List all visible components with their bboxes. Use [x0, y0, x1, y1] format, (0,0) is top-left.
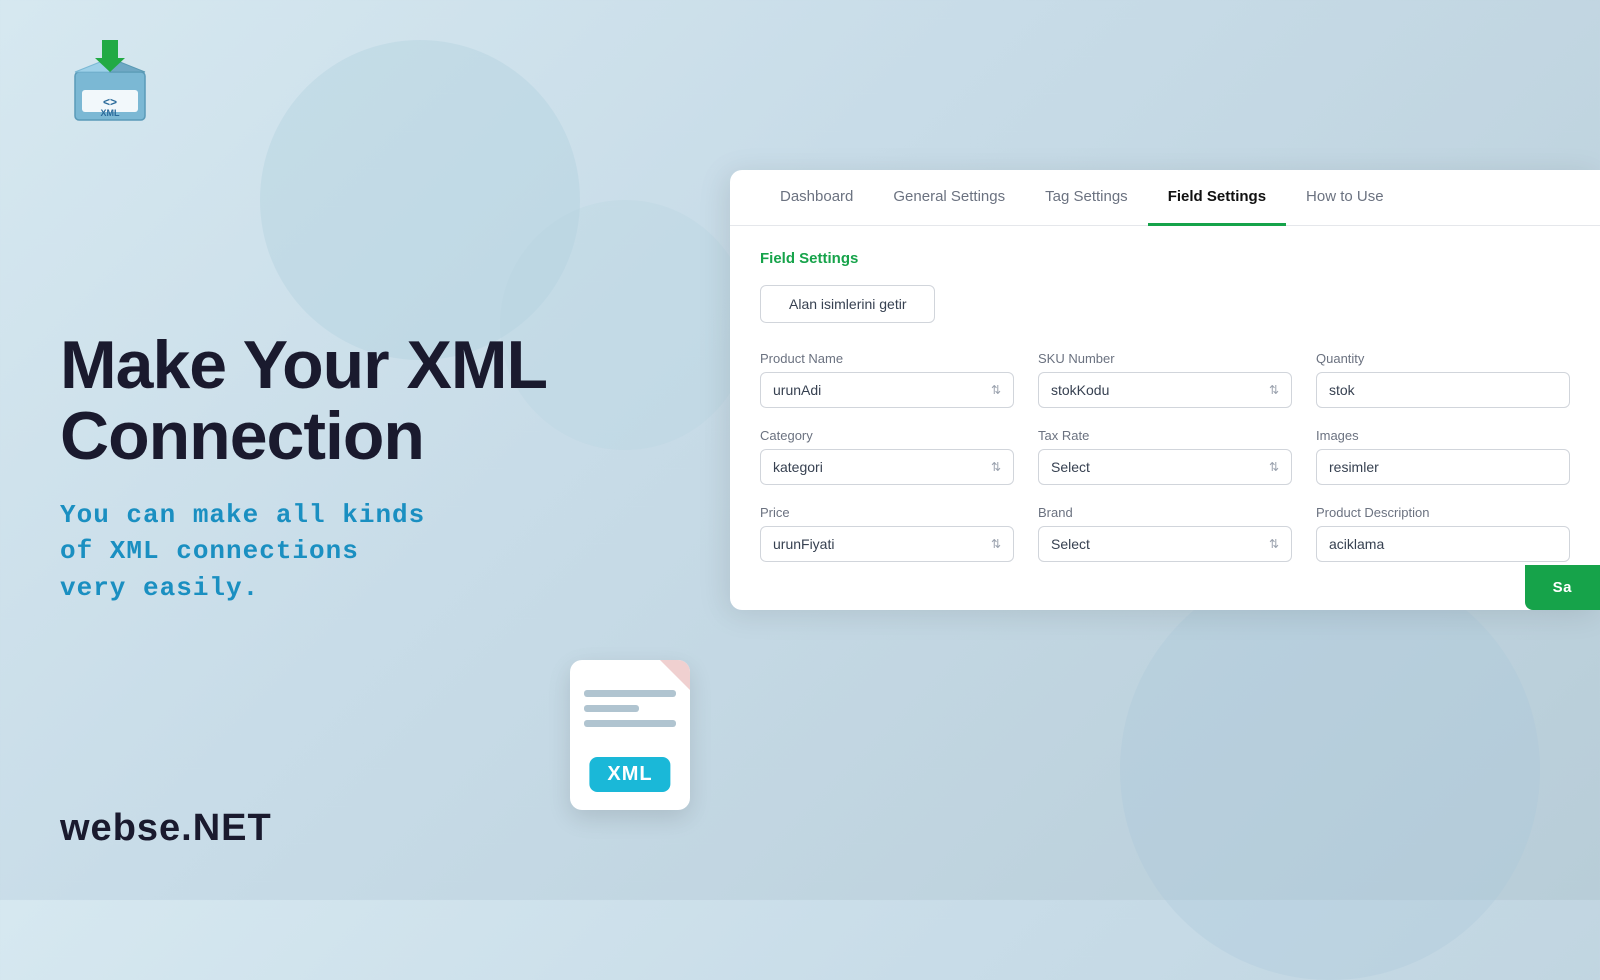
field-group-category: Category kategori ⇅ [760, 428, 1014, 485]
card-content: Field Settings Alan isimlerini getir Pro… [730, 226, 1600, 592]
brand-area: webse.NET [60, 807, 272, 850]
input-product-description-value: aciklama [1329, 536, 1384, 552]
field-group-brand: Brand Select ⇅ [1038, 505, 1292, 562]
select-tax-rate[interactable]: Select ⇅ [1038, 449, 1292, 485]
logo-area: <> XML [60, 30, 620, 130]
svg-text:<>: <> [103, 95, 117, 109]
field-group-product-name: Product Name urunAdi ⇅ [760, 351, 1014, 408]
label-product-name: Product Name [760, 351, 1014, 366]
select-category[interactable]: kategori ⇅ [760, 449, 1014, 485]
brand-text: webse.NET [60, 807, 272, 849]
select-price[interactable]: urunFiyati ⇅ [760, 526, 1014, 562]
select-category-value: kategori [773, 459, 823, 475]
field-group-images: Images resimler [1316, 428, 1570, 485]
field-group-product-description: Product Description aciklama [1316, 505, 1570, 562]
hero-subtitle: You can make all kindsof XML connections… [60, 497, 620, 606]
chevron-down-icon: ⇅ [991, 537, 1001, 551]
field-group-quantity: Quantity stok [1316, 351, 1570, 408]
field-group-tax-rate: Tax Rate Select ⇅ [1038, 428, 1292, 485]
chevron-down-icon: ⇅ [1269, 537, 1279, 551]
input-product-description[interactable]: aciklama [1316, 526, 1570, 562]
label-price: Price [760, 505, 1014, 520]
file-line-2 [584, 705, 639, 712]
tab-field-settings[interactable]: Field Settings [1148, 170, 1286, 226]
select-product-name[interactable]: urunAdi ⇅ [760, 372, 1014, 408]
tab-general-settings[interactable]: General Settings [873, 170, 1025, 226]
file-line-1 [584, 690, 676, 697]
nav-tabs: Dashboard General Settings Tag Settings … [730, 170, 1600, 226]
chevron-down-icon: ⇅ [991, 460, 1001, 474]
select-sku-number[interactable]: stokKodu ⇅ [1038, 372, 1292, 408]
tab-dashboard[interactable]: Dashboard [760, 170, 873, 226]
label-sku-number: SKU Number [1038, 351, 1292, 366]
xml-badge: XML [589, 757, 670, 792]
hero-title: Make Your XML Connection [60, 330, 620, 473]
label-category: Category [760, 428, 1014, 443]
svg-text:XML: XML [101, 108, 121, 118]
file-corner [660, 660, 690, 690]
label-brand: Brand [1038, 505, 1292, 520]
file-lines [584, 690, 676, 735]
field-group-sku-number: SKU Number stokKodu ⇅ [1038, 351, 1292, 408]
label-images: Images [1316, 428, 1570, 443]
label-quantity: Quantity [1316, 351, 1570, 366]
field-group-price: Price urunFiyati ⇅ [760, 505, 1014, 562]
input-quantity[interactable]: stok [1316, 372, 1570, 408]
select-price-value: urunFiyati [773, 536, 834, 552]
section-title: Field Settings [760, 250, 1570, 267]
main-card: Dashboard General Settings Tag Settings … [730, 170, 1600, 610]
tab-how-to-use[interactable]: How to Use [1286, 170, 1404, 226]
select-tax-rate-value: Select [1051, 459, 1090, 475]
label-product-description: Product Description [1316, 505, 1570, 520]
input-images[interactable]: resimler [1316, 449, 1570, 485]
chevron-down-icon: ⇅ [991, 383, 1001, 397]
label-tax-rate: Tax Rate [1038, 428, 1292, 443]
select-brand[interactable]: Select ⇅ [1038, 526, 1292, 562]
chevron-down-icon: ⇅ [1269, 383, 1279, 397]
tab-tag-settings[interactable]: Tag Settings [1025, 170, 1148, 226]
select-product-name-value: urunAdi [773, 382, 821, 398]
left-panel: <> XML Make Your XML Connection You can … [60, 30, 620, 606]
save-button[interactable]: Sa [1525, 565, 1600, 610]
select-brand-value: Select [1051, 536, 1090, 552]
fields-grid: Product Name urunAdi ⇅ SKU Number stokKo… [760, 351, 1570, 562]
fetch-fields-button[interactable]: Alan isimlerini getir [760, 285, 935, 323]
xml-file-icon: XML [570, 660, 700, 820]
input-quantity-value: stok [1329, 382, 1355, 398]
file-line-3 [584, 720, 676, 727]
bg-circle-2 [1120, 560, 1540, 980]
chevron-down-icon: ⇅ [1269, 460, 1279, 474]
input-images-value: resimler [1329, 459, 1379, 475]
select-sku-number-value: stokKodu [1051, 382, 1109, 398]
app-logo: <> XML [60, 30, 160, 130]
